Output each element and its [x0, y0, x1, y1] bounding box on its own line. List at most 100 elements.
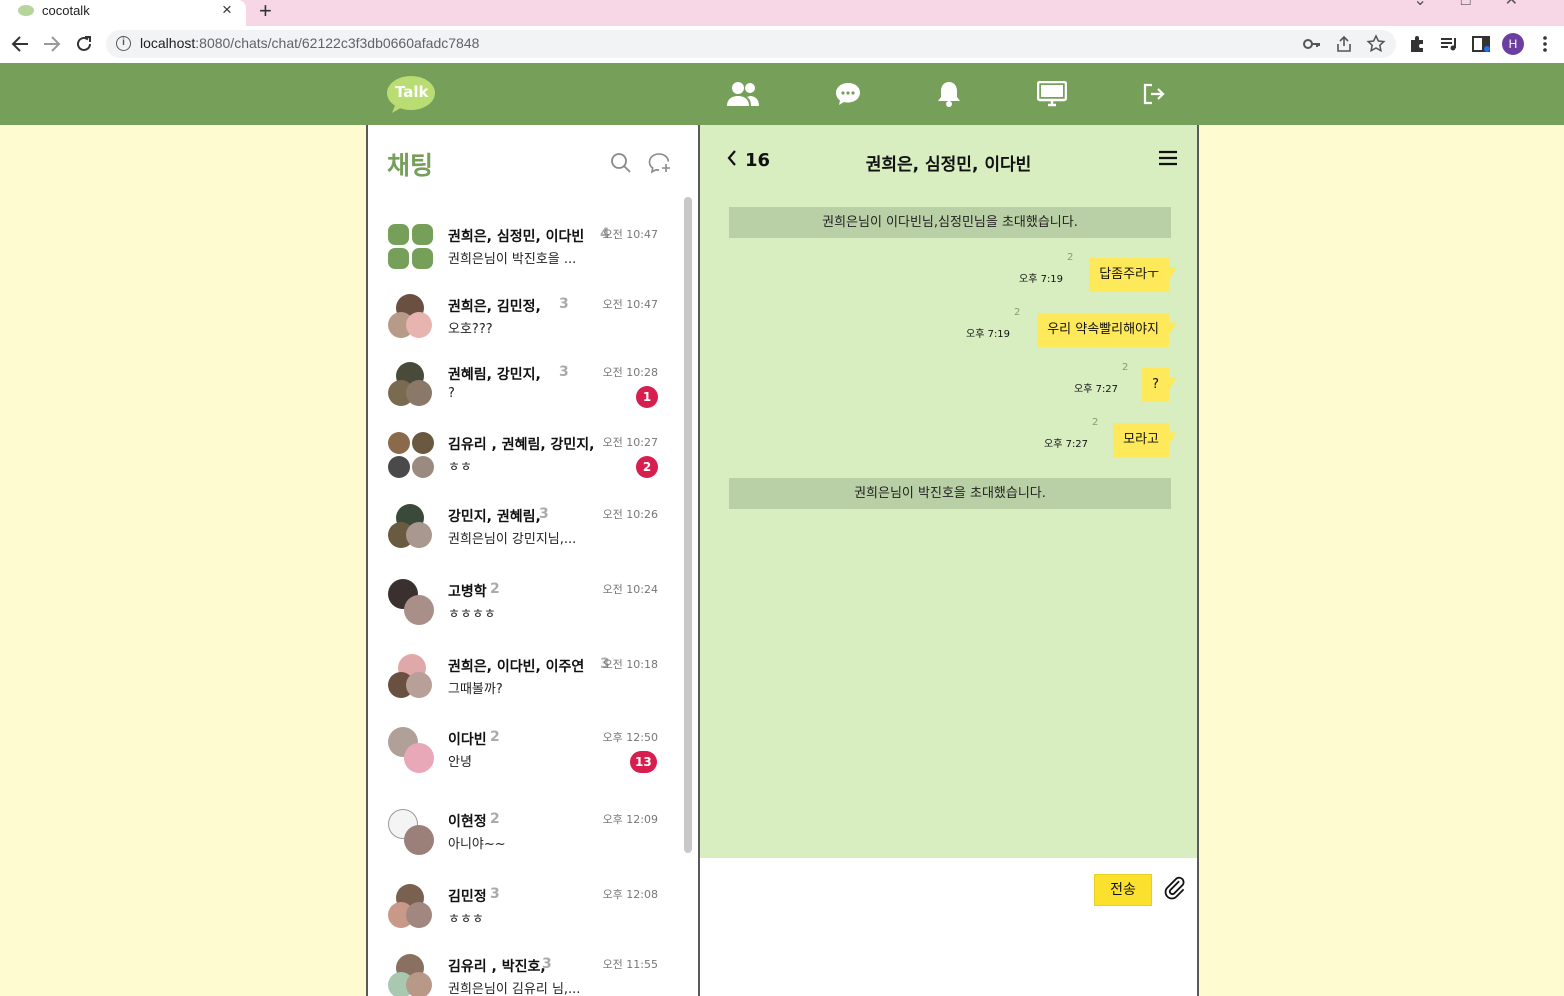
room-name: 김유리 , 권혜림, 강민지,	[448, 437, 595, 453]
room-avatar	[388, 294, 434, 340]
search-icon[interactable]	[610, 152, 632, 174]
send-button[interactable]: 전송	[1094, 874, 1152, 906]
logout-icon[interactable]	[1137, 78, 1171, 110]
chat-room-panel: 16 권희은, 심정민, 이다빈 권희은님이 이다빈님,심정민님을 초대했습니다…	[698, 125, 1199, 996]
unread-badge: 1	[636, 386, 658, 408]
address-url: localhost:8080/chats/chat/62122c3f3db066…	[140, 35, 480, 51]
tab-title: cocotalk	[42, 3, 90, 18]
room-time: 오전 10:28	[602, 366, 658, 379]
room-preview: 안녕	[448, 755, 472, 770]
friends-icon[interactable]	[726, 78, 760, 110]
chat-room-item[interactable]: 김민정 3 오후 12:08 ㅎㅎㅎ	[388, 884, 668, 940]
profile-avatar[interactable]: H	[1502, 33, 1524, 55]
room-name: 권희은, 심정민, 이다빈	[448, 229, 585, 245]
room-time: 오전 10:27	[602, 436, 658, 449]
browser-tab-bar: cocotalk × + ⌄□✕	[0, 0, 1564, 26]
room-avatar	[388, 654, 434, 700]
room-preview: ?	[448, 386, 455, 401]
room-member-count: 2	[490, 581, 500, 597]
message-time: 오후 7:27	[1074, 384, 1119, 395]
chat-room-item[interactable]: 김유리 , 박진호, 3 오전 11:55 권희은님이 김유리 님,...	[388, 954, 668, 996]
room-preview: 그때볼까?	[448, 682, 503, 697]
chat-room-item[interactable]: 권희은, 이다빈, 이주연 3 오전 10:18 그때볼까?	[388, 654, 668, 710]
chat-message: 2 오후 7:27 ?	[1074, 362, 1180, 402]
window-controls[interactable]: ⌄□✕	[1414, 0, 1552, 10]
browser-menu-icon[interactable]	[1534, 33, 1556, 55]
unread-count: 2	[1067, 252, 1074, 263]
room-avatar	[388, 362, 434, 408]
room-avatar	[388, 432, 434, 478]
tab-close-icon[interactable]: ×	[222, 0, 232, 20]
logo-text: Talk	[395, 83, 429, 101]
chat-message: 2 오후 7:19 답좀주라ㅜ	[1019, 252, 1180, 292]
chat-room-item[interactable]: 이현정 2 오후 12:09 아니야~~	[388, 809, 668, 865]
room-preview: ㅎㅎ	[448, 460, 472, 475]
room-time: 오전 10:47	[602, 298, 658, 311]
back-arrow-icon[interactable]	[7, 31, 33, 57]
room-time: 오후 12:09	[602, 813, 658, 826]
extensions-puzzle-icon[interactable]	[1406, 33, 1428, 55]
new-chat-icon[interactable]	[648, 152, 672, 174]
unread-badge: 2	[636, 456, 658, 478]
side-panel-icon[interactable]	[1470, 33, 1492, 55]
site-info-icon[interactable]: i	[116, 36, 131, 51]
app-header: Talk	[0, 63, 1564, 125]
monitor-icon[interactable]	[1035, 78, 1069, 110]
room-avatar	[388, 809, 434, 855]
message-input-area[interactable]: 전송	[700, 858, 1197, 996]
reload-icon[interactable]	[71, 31, 97, 57]
room-time: 오후 12:50	[602, 731, 658, 744]
paperclip-icon[interactable]	[1162, 875, 1188, 903]
unread-count: 2	[1122, 362, 1129, 373]
room-name: 강민지, 권혜림,	[448, 509, 541, 525]
chat-list-title: 채팅	[387, 151, 434, 180]
room-name: 권희은, 이다빈, 이주연	[448, 659, 585, 675]
chat-message: 2 오후 7:19 우리 약속빨리해야지	[966, 307, 1180, 347]
message-bubble: 답좀주라ㅜ	[1089, 258, 1180, 292]
star-icon[interactable]	[1366, 34, 1386, 54]
chat-room-item[interactable]: 강민지, 권혜림, 3 오전 10:26 권희은님이 강민지님,...	[388, 504, 668, 560]
chat-room-item[interactable]: 권희은, 김민정, 3 오전 10:47 오호???	[388, 294, 668, 350]
room-name: 김유리 , 박진호,	[448, 959, 546, 975]
bell-icon[interactable]	[932, 78, 966, 110]
room-member-count: 3	[539, 506, 549, 522]
room-time: 오전 10:24	[602, 583, 658, 596]
chat-room-item[interactable]: 이다빈 2 오후 12:50 안녕 13	[388, 727, 668, 783]
key-icon[interactable]	[1302, 34, 1322, 54]
room-time: 오전 11:55	[602, 958, 658, 971]
address-bar[interactable]: i localhost:8080/chats/chat/62122c3f3db0…	[106, 30, 1396, 58]
chat-list-scrollbar[interactable]	[684, 197, 692, 853]
message-time: 오후 7:19	[966, 329, 1011, 340]
room-member-count: 3	[559, 364, 569, 380]
room-name: 이현정	[448, 814, 487, 830]
room-preview: ㅎㅎㅎ	[448, 912, 484, 927]
chat-room-item[interactable]: 김유리 , 권혜림, 강민지, 오전 10:27 ㅎㅎ 2	[388, 432, 668, 488]
forward-arrow-icon[interactable]	[39, 31, 65, 57]
media-queue-icon[interactable]	[1438, 33, 1460, 55]
chat-room-item[interactable]: 권혜림, 강민지, 3 오전 10:28 ? 1	[388, 362, 668, 418]
browser-tab[interactable]: cocotalk ×	[0, 0, 246, 26]
message-bubble: 우리 약속빨리해야지	[1037, 313, 1180, 347]
room-time: 오후 12:08	[602, 888, 658, 901]
room-avatar	[388, 884, 434, 930]
room-name: 이다빈	[448, 732, 487, 748]
browser-toolbar: i localhost:8080/chats/chat/62122c3f3db0…	[0, 26, 1564, 63]
chat-room-item[interactable]: 고병학 2 오전 10:24 ㅎㅎㅎㅎ	[388, 579, 668, 635]
room-name: 권혜림, 강민지,	[448, 367, 541, 383]
chat-room-item[interactable]: 권희은, 심정민, 이다빈 4 오전 10:47 권희은님이 박진호을 ...	[388, 224, 668, 280]
chat-room-title: 권희은, 심정민, 이다빈	[865, 155, 1032, 175]
room-preview: 오호???	[448, 322, 493, 337]
share-icon[interactable]	[1334, 34, 1354, 54]
room-name: 권희은, 김민정,	[448, 299, 541, 315]
room-avatar	[388, 727, 434, 773]
unread-count: 2	[1014, 307, 1021, 318]
room-name: 고병학	[448, 584, 487, 600]
room-preview: 권희은님이 김유리 님,...	[448, 982, 581, 996]
hamburger-menu-icon[interactable]	[1158, 149, 1178, 167]
message-bubble: ?	[1142, 368, 1180, 402]
room-member-count: 3	[542, 956, 552, 972]
group-avatar-icon	[388, 224, 434, 270]
room-time: 오전 10:26	[602, 508, 658, 521]
new-tab-button[interactable]: +	[259, 0, 272, 24]
chat-bubble-icon[interactable]	[831, 78, 865, 110]
